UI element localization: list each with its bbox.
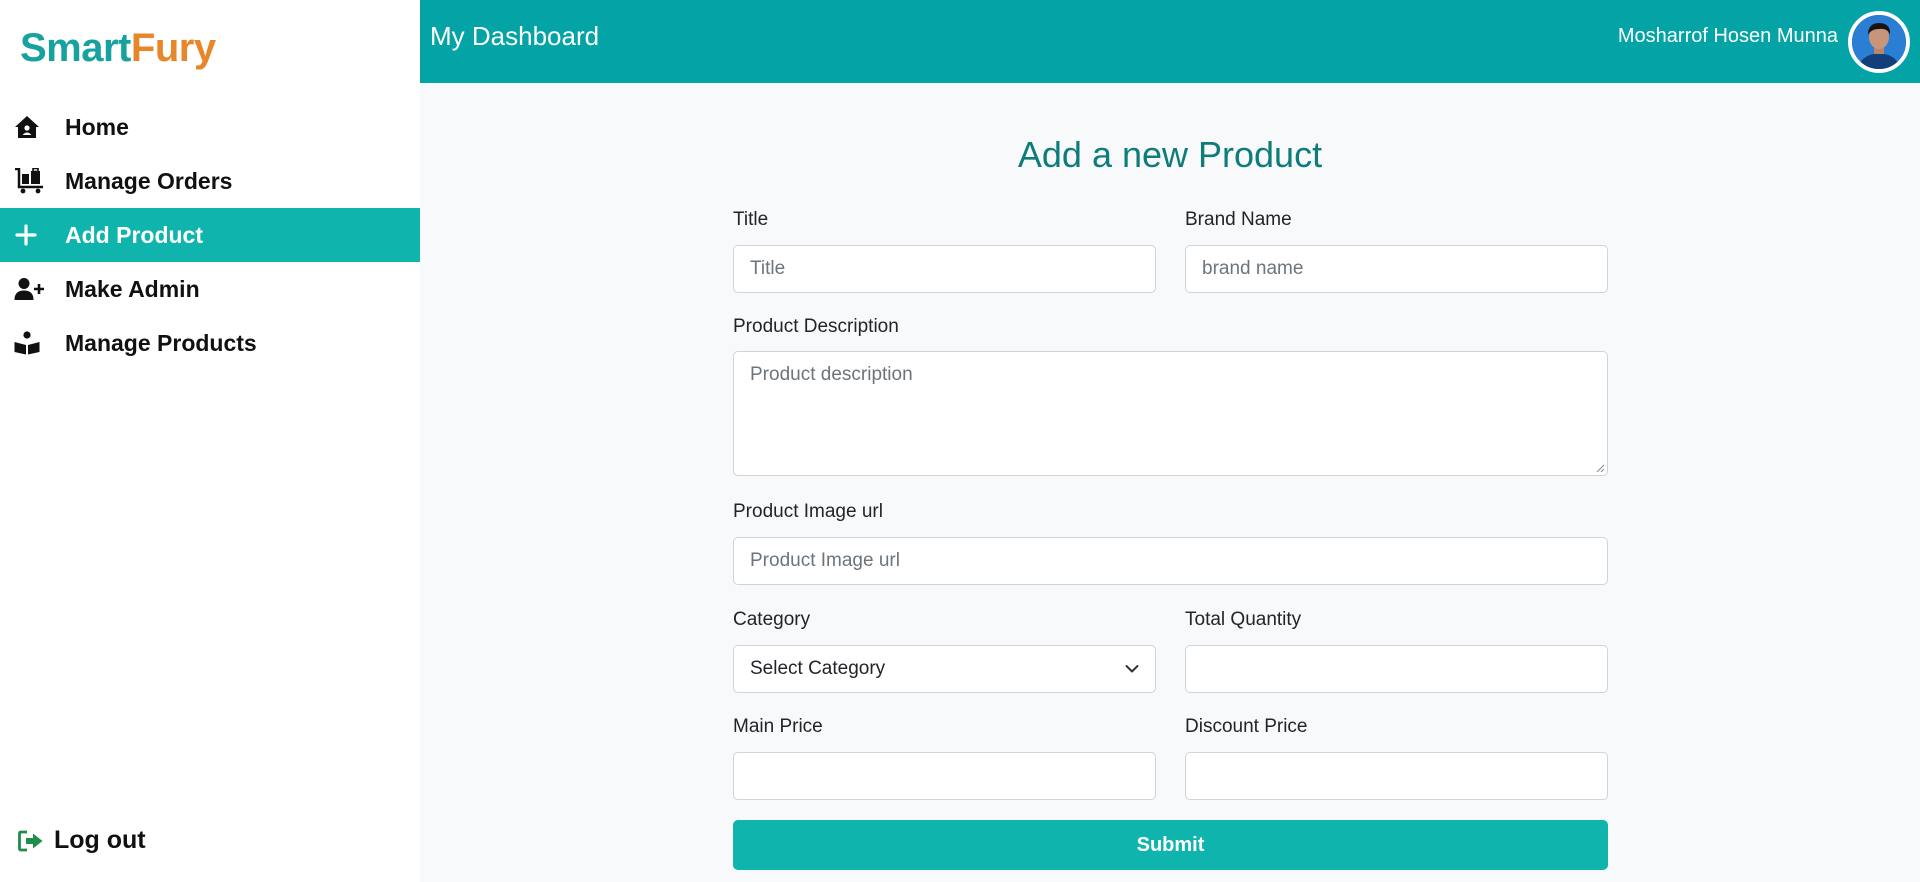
description-placeholder: Product description — [750, 364, 913, 385]
sidebar-item-home[interactable]: Home — [0, 100, 420, 154]
brand-name-placeholder: brand name — [1202, 258, 1304, 279]
chevron-down-icon — [1125, 665, 1139, 673]
sidebar-item-add-product[interactable]: Add Product — [0, 208, 420, 262]
category-selected: Select Category — [750, 658, 886, 679]
orders-cart-icon — [14, 167, 50, 195]
main-content: Add a new Product Title Title Brand Name… — [420, 83, 1920, 882]
title-label: Title — [733, 209, 769, 230]
sidebar-item-label: Manage Orders — [65, 167, 233, 194]
quantity-label: Total Quantity — [1185, 609, 1302, 630]
main-price-input[interactable] — [733, 752, 1156, 800]
category-label: Category — [733, 609, 811, 630]
user-name: Mosharrof Hosen Munna — [1617, 25, 1838, 47]
plus-icon — [14, 221, 50, 249]
user-avatar-icon — [1852, 15, 1906, 69]
home-icon — [14, 113, 50, 141]
boxes-icon — [14, 329, 50, 357]
sidebar-nav: Home Manage Orders Add Product Make Admi… — [0, 100, 420, 370]
sign-out-icon — [18, 827, 48, 855]
image-url-input[interactable]: Product Image url — [733, 537, 1608, 585]
sidebar-item-label: Manage Products — [65, 329, 257, 356]
image-url-label: Product Image url — [733, 501, 883, 522]
brand-logo[interactable]: SmartFury — [20, 26, 216, 71]
top-header: My Dashboard Mosharrof Hosen Munna — [420, 0, 1920, 83]
avatar[interactable] — [1848, 11, 1910, 73]
sidebar-item-make-admin[interactable]: Make Admin — [0, 262, 420, 316]
title-placeholder: Title — [750, 258, 786, 279]
user-plus-icon — [14, 275, 50, 303]
submit-button[interactable]: Submit — [733, 820, 1608, 870]
sidebar-item-label: Home — [65, 113, 129, 140]
sidebar-item-label: Add Product — [65, 221, 203, 248]
brand-logo-part2: Fury — [130, 26, 216, 70]
quantity-input[interactable] — [1185, 645, 1608, 693]
discount-price-input[interactable] — [1185, 752, 1608, 800]
description-textarea[interactable]: Product description — [733, 351, 1608, 476]
brand-name-label: Brand Name — [1185, 209, 1292, 230]
logout-label: Log out — [54, 826, 146, 854]
form-title: Add a new Product — [1017, 134, 1323, 175]
sidebar-item-manage-products[interactable]: Manage Products — [0, 316, 420, 370]
brand-name-input[interactable]: brand name — [1185, 245, 1608, 293]
title-input[interactable]: Title — [733, 245, 1156, 293]
sidebar-item-label: Make Admin — [65, 275, 200, 302]
resize-grip-icon[interactable] — [1595, 463, 1605, 473]
image-url-placeholder: Product Image url — [750, 550, 900, 571]
discount-price-label: Discount Price — [1185, 716, 1308, 737]
page-title: My Dashboard — [430, 21, 600, 51]
logout-button[interactable]: Log out — [18, 826, 146, 855]
sidebar: SmartFury Home Manage Orders Add Product… — [0, 0, 420, 882]
submit-label: Submit — [1136, 833, 1205, 856]
description-label: Product Description — [733, 316, 899, 337]
category-select[interactable]: Select Category — [733, 645, 1156, 693]
main-price-label: Main Price — [733, 716, 823, 737]
sidebar-item-manage-orders[interactable]: Manage Orders — [0, 154, 420, 208]
brand-logo-part1: Smart — [20, 26, 131, 70]
